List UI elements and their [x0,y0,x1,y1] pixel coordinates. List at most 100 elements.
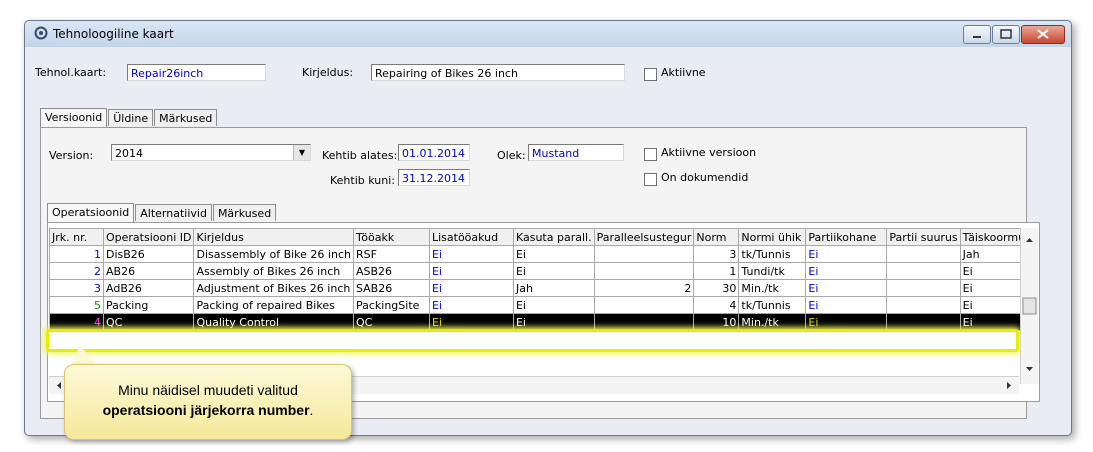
col-header-partiikohane[interactable]: Partiikohane [805,228,888,246]
kirjeldus-field[interactable]: Repairing of Bikes 26 inch [371,64,625,81]
table-row[interactable]: 1 DisB26 Disassembly of Bike 26 inch RSF… [49,245,1035,263]
tab-operatsioonid[interactable]: Operatsioonid [47,203,135,222]
cell-operatsiooni-id[interactable]: DisB26 [102,245,195,263]
cell-normi-uhik[interactable]: Min./tk [738,279,807,297]
cell-lisatooakud[interactable]: Ei [428,296,514,314]
cell-lisatooakud[interactable]: Ei [428,279,514,297]
cell-normi-uhik[interactable]: Tundi/tk [738,262,807,280]
cell-lisatooakud[interactable]: Ei [428,262,514,280]
cell-normi-uhik[interactable]: Min./tk [738,313,807,331]
cell-operatsiooni-id[interactable]: AdB26 [102,279,195,297]
version-select[interactable]: 2014 ▼ [111,144,311,161]
col-header-normi-uhik[interactable]: Normi ühik [738,228,807,246]
cell-kirjeldus[interactable]: Disassembly of Bike 26 inch [193,245,354,263]
cell-norm[interactable]: 30 [693,279,740,297]
cell-paralleelsustegur[interactable] [593,296,695,314]
cell-partiikohane[interactable]: Ei [805,262,888,280]
tab-markused[interactable]: Märkused [154,109,218,126]
cell-tooakk[interactable]: RSF [352,245,430,263]
cell-normi-uhik[interactable]: tk/Tunnis [738,245,807,263]
cell-normi-uhik[interactable]: tk/Tunnis [738,296,807,314]
chevron-down-icon[interactable]: ▼ [293,145,310,160]
scroll-thumb[interactable] [1022,297,1037,315]
kehtib-alates-field[interactable]: 01.01.2014 [398,144,470,161]
cell-operatsiooni-id[interactable]: AB26 [102,262,195,280]
scroll-up-icon[interactable] [1026,238,1033,242]
cell-paralleelsustegur[interactable] [593,313,695,331]
col-header-lisatooakud[interactable]: Lisatööakud [428,228,514,246]
vertical-scrollbar[interactable] [1020,228,1038,384]
aktiivne-versioon-checkbox[interactable] [644,148,657,161]
cell-jrk[interactable]: 4 [49,313,104,331]
cell-paralleelsustegur[interactable] [593,245,695,263]
col-header-kirjeldus[interactable]: Kirjeldus [193,228,354,246]
cell-lisatooakud[interactable]: Ei [428,245,514,263]
col-header-tooakk[interactable]: Tööakk [352,228,430,246]
cell-tooakk[interactable]: ASB26 [352,262,430,280]
maximize-button[interactable] [992,25,1020,44]
cell-kasuta-parall[interactable]: Ei [512,245,595,263]
table-row-selected[interactable]: 4 QC Quality Control QC Ei Ei 10 Min./tk… [49,313,1035,331]
cell-partiikohane[interactable]: Ei [805,296,888,314]
cell-jrk[interactable]: 1 [49,245,104,263]
minimize-button[interactable] [963,25,991,44]
cell-lisatooakud[interactable]: Ei [428,313,514,331]
cell-norm[interactable]: 4 [693,296,740,314]
cell-partii-suurus[interactable] [886,296,961,314]
close-button[interactable] [1021,25,1065,44]
aktiivne-checkbox[interactable] [644,68,657,81]
cell-partii-suurus[interactable] [886,279,961,297]
table-row[interactable]: 3 AdB26 Adjustment of Bikes 26 inch SAB2… [49,279,1035,297]
kehtib-alates-label: Kehtib alates: [322,149,398,162]
cell-paralleelsustegur[interactable] [593,262,695,280]
cell-partiikohane[interactable]: Ei [805,313,888,331]
cell-norm[interactable]: 3 [693,245,740,263]
cell-partiikohane[interactable]: Ei [805,279,888,297]
cell-partii-suurus[interactable] [886,313,961,331]
version-label: Version: [49,149,94,162]
cell-tooakk[interactable]: SAB26 [352,279,430,297]
table-row[interactable]: 2 AB26 Assembly of Bikes 26 inch ASB26 E… [49,262,1035,280]
tab-inner-markused[interactable]: Märkused [212,204,277,221]
cell-norm[interactable]: 10 [693,313,740,331]
kehtib-kuni-field[interactable]: 31.12.2014 [398,169,470,186]
col-header-operatsiooni-id[interactable]: Operatsiooni ID [102,228,195,246]
cell-kasuta-parall[interactable]: Jah [512,279,595,297]
col-header-paralleelsustegur[interactable]: Paralleelsustegur [593,228,695,246]
cell-kirjeldus[interactable]: Adjustment of Bikes 26 inch [193,279,354,297]
cell-kasuta-parall[interactable]: Ei [512,296,595,314]
cell-kirjeldus[interactable]: Assembly of Bikes 26 inch [193,262,354,280]
cell-partii-suurus[interactable] [886,262,961,280]
tab-versioonid[interactable]: Versioonid [40,108,108,127]
cell-operatsiooni-id[interactable]: QC [102,313,195,331]
on-dokumendid-checkbox[interactable] [644,173,657,186]
aktiivne-versioon-label: Aktiivne versioon [661,146,757,159]
cell-kasuta-parall[interactable]: Ei [512,262,595,280]
cell-norm[interactable]: 1 [693,262,740,280]
cell-kasuta-parall[interactable]: Ei [512,313,595,331]
cell-partii-suurus[interactable] [886,245,961,263]
scroll-right-icon[interactable] [1007,382,1011,389]
cell-jrk[interactable]: 5 [49,296,104,314]
cell-paralleelsustegur[interactable]: 2 [593,279,695,297]
cell-tooakk[interactable]: QC [352,313,430,331]
cell-jrk[interactable]: 3 [49,279,104,297]
cell-partiikohane[interactable]: Ei [805,245,888,263]
tab-uldine[interactable]: Üldine [108,109,154,126]
col-header-jrk[interactable]: Jrk. nr. [49,228,104,246]
col-header-partii-suurus[interactable]: Partii suurus [886,228,961,246]
cell-operatsiooni-id[interactable]: Packing [102,296,195,314]
table-row[interactable]: 5 Packing Packing of repaired Bikes Pack… [49,296,1035,314]
col-header-kasuta-parall[interactable]: Kasuta parall. [512,228,595,246]
scroll-down-icon[interactable] [1026,367,1033,371]
col-header-norm[interactable]: Norm [693,228,740,246]
tab-alternatiivid[interactable]: Alternatiivid [135,204,212,221]
tehnol-kaart-field[interactable]: Repair26inch [127,64,266,81]
cell-kirjeldus[interactable]: Quality Control [193,313,354,331]
scroll-left-icon[interactable] [57,382,61,389]
cell-tooakk[interactable]: PackingSite [352,296,430,314]
app-icon [34,26,48,40]
cell-jrk[interactable]: 2 [49,262,104,280]
olek-field[interactable]: Mustand [528,144,624,161]
cell-kirjeldus[interactable]: Packing of repaired Bikes [193,296,354,314]
